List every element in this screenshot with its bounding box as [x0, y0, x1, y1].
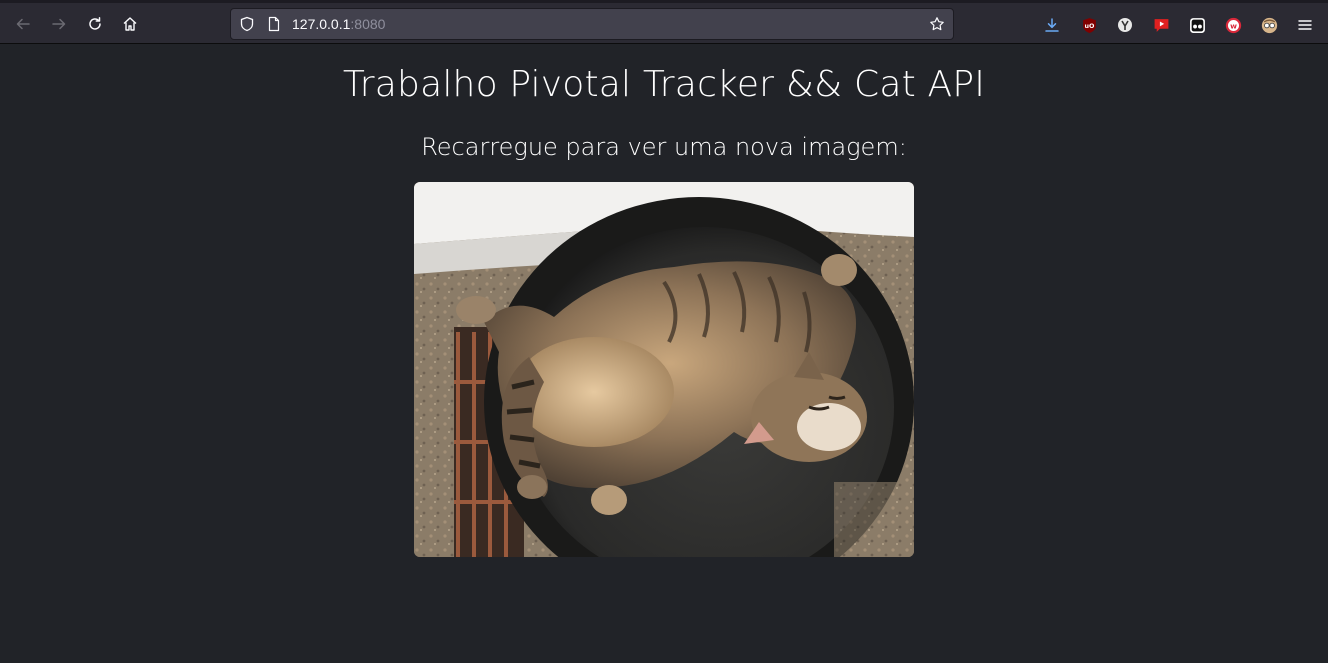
hamburger-menu-icon: [1298, 20, 1312, 30]
home-button[interactable]: [115, 10, 145, 38]
url-bar[interactable]: 127.0.0.1:8080: [230, 8, 954, 40]
downloads-button[interactable]: [1043, 16, 1061, 34]
extension-button[interactable]: [1116, 16, 1134, 34]
svg-text:w: w: [1230, 21, 1237, 30]
page-icon[interactable]: [266, 16, 282, 32]
w-extension-icon: w: [1225, 17, 1241, 33]
page-subtitle: Recarregue para ver uma nova imagem:: [421, 133, 907, 161]
star-icon[interactable]: [929, 16, 945, 32]
forward-arrow-icon: [52, 18, 66, 30]
cat-photo-illustration: [414, 182, 914, 557]
youtube-extension-icon: [1154, 18, 1168, 32]
extension-icon: [1118, 18, 1132, 32]
avatar-extension-button[interactable]: [1260, 16, 1278, 34]
cat-image: [414, 182, 914, 557]
ublock-origin-icon: uO: [1082, 17, 1096, 33]
back-arrow-icon: [16, 18, 30, 30]
page-content: Trabalho Pivotal Tracker && Cat API Reca…: [0, 44, 1328, 663]
ublock-origin-button[interactable]: uO: [1080, 16, 1098, 34]
reload-icon: [89, 17, 101, 30]
reader-extension-icon: [1189, 17, 1205, 33]
url-host: 127.0.0.1: [292, 16, 351, 32]
download-icon: [1045, 18, 1059, 32]
w-extension-button[interactable]: w: [1224, 16, 1242, 34]
url-port: :8080: [350, 16, 386, 32]
browser-toolbar: 127.0.0.1:8080 uO w: [0, 0, 1328, 44]
youtube-extension-button[interactable]: [1152, 16, 1170, 34]
url-text[interactable]: 127.0.0.1:8080: [292, 16, 385, 32]
home-icon: [123, 17, 137, 31]
reload-button[interactable]: [80, 10, 110, 38]
back-button[interactable]: [8, 10, 38, 38]
forward-button[interactable]: [44, 10, 74, 38]
svg-text:uO: uO: [1084, 22, 1095, 30]
shield-icon[interactable]: [239, 16, 255, 32]
avatar-extension-icon: [1261, 17, 1277, 33]
page-title: Trabalho Pivotal Tracker && Cat API: [342, 64, 986, 105]
reader-extension-button[interactable]: [1188, 16, 1206, 34]
app-menu-button[interactable]: [1296, 16, 1314, 34]
